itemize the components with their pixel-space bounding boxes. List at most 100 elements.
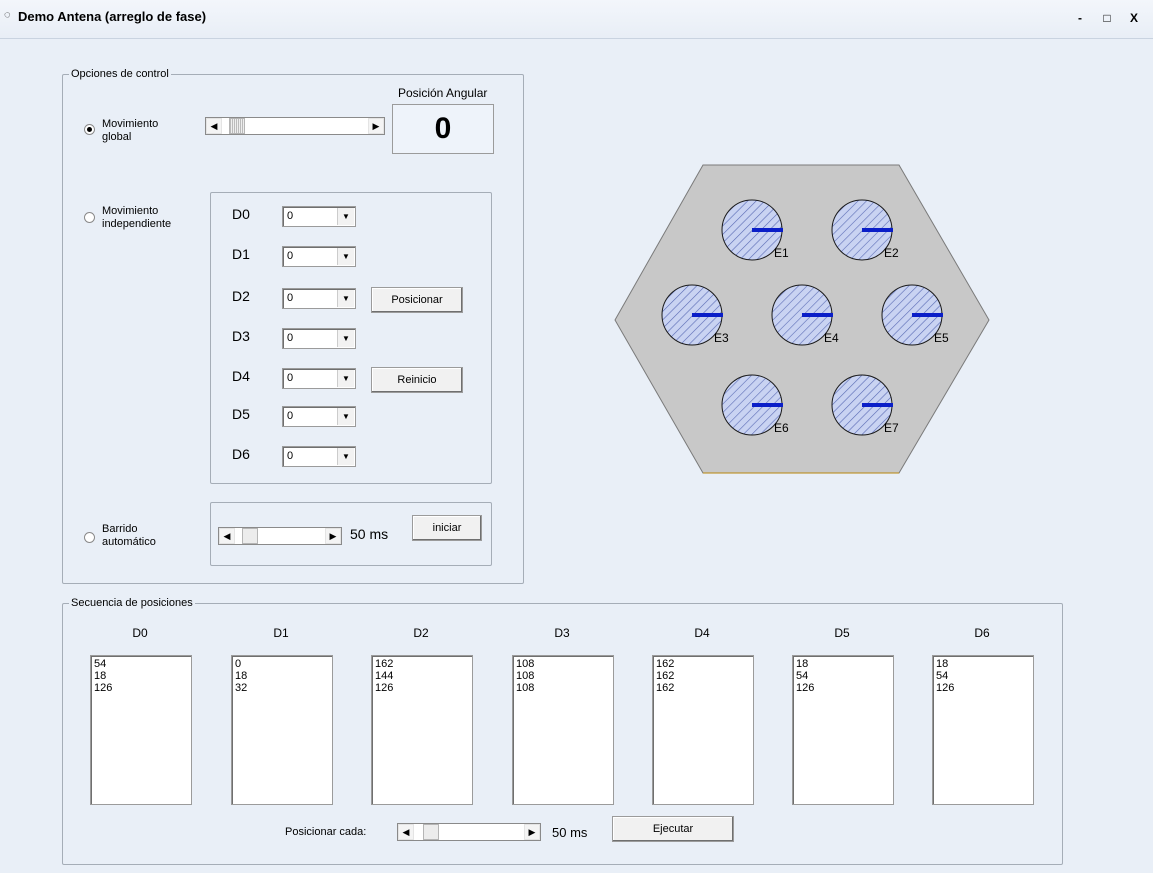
d2-select[interactable]: 0 ▼	[282, 288, 356, 309]
list-item[interactable]: 108	[516, 670, 610, 682]
list-item[interactable]: 126	[936, 682, 1030, 694]
sequence-legend: Secuencia de posiciones	[69, 596, 195, 610]
window-title: Demo Antena (arreglo de fase)	[18, 9, 207, 24]
app-window: ◌ Demo Antena (arreglo de fase) - □ X Op…	[0, 0, 1153, 873]
d6-label: D6	[232, 446, 250, 462]
list-item[interactable]: 54	[94, 658, 188, 670]
d1-select[interactable]: 0 ▼	[282, 246, 356, 267]
chevron-down-icon[interactable]: ▼	[337, 330, 354, 347]
d1-label: D1	[232, 246, 250, 262]
list-item[interactable]: 144	[375, 670, 469, 682]
list-item[interactable]: 18	[94, 670, 188, 682]
scroll-thumb[interactable]	[229, 118, 245, 134]
element-label: E7	[884, 421, 899, 435]
element-label: E1	[774, 246, 789, 260]
antenna-app-icon: ◌	[4, 9, 11, 21]
sweep-speed-scrollbar[interactable]: ◀ ▶	[218, 527, 342, 545]
minimize-button[interactable]: -	[1073, 11, 1087, 25]
automatic-sweep-label: Barrido automático	[102, 523, 156, 548]
chevron-down-icon[interactable]: ▼	[337, 448, 354, 465]
interval-scrollbar[interactable]: ◀ ▶	[397, 823, 541, 841]
list-item[interactable]: 32	[235, 682, 329, 694]
d3-select[interactable]: 0 ▼	[282, 328, 356, 349]
list-item[interactable]: 126	[94, 682, 188, 694]
global-movement-label: Movimiento global	[102, 118, 159, 143]
start-button[interactable]: iniciar	[412, 515, 482, 541]
element-label: E3	[714, 331, 729, 345]
chevron-down-icon[interactable]: ▼	[337, 370, 354, 387]
element-label: E5	[934, 331, 949, 345]
d3-label: D3	[232, 328, 250, 344]
list-item[interactable]: 18	[796, 658, 890, 670]
seq-list-d6[interactable]: 18 54 126	[932, 655, 1034, 805]
d6-select[interactable]: 0 ▼	[282, 446, 356, 467]
seq-header-d1: D1	[273, 626, 289, 640]
global-angle-scrollbar[interactable]: ◀ ▶	[205, 117, 385, 135]
scroll-left-arrow-icon[interactable]: ◀	[219, 528, 235, 544]
d5-label: D5	[232, 406, 250, 422]
d4-select[interactable]: 0 ▼	[282, 368, 356, 389]
seq-header-d2: D2	[413, 626, 429, 640]
seq-header-d3: D3	[554, 626, 570, 640]
independent-movement-radio[interactable]	[84, 212, 95, 223]
d0-select[interactable]: 0 ▼	[282, 206, 356, 227]
seq-list-d1[interactable]: 0 18 32	[231, 655, 333, 805]
automatic-sweep-radio[interactable]	[84, 532, 95, 543]
list-item[interactable]: 162	[656, 670, 750, 682]
list-item[interactable]: 18	[936, 658, 1030, 670]
angular-position-label: Posición Angular	[398, 86, 488, 100]
seq-list-d4[interactable]: 162 162 162	[652, 655, 754, 805]
list-item[interactable]: 162	[375, 658, 469, 670]
d5-select[interactable]: 0 ▼	[282, 406, 356, 427]
independent-movement-label: Movimiento independiente	[102, 205, 172, 230]
scroll-right-arrow-icon[interactable]: ▶	[524, 824, 540, 840]
list-item[interactable]: 162	[656, 682, 750, 694]
scroll-thumb[interactable]	[242, 528, 258, 544]
seq-header-d4: D4	[694, 626, 710, 640]
chevron-down-icon[interactable]: ▼	[337, 290, 354, 307]
scroll-right-arrow-icon[interactable]: ▶	[325, 528, 341, 544]
element-label: E4	[824, 331, 839, 345]
interval-label: Posicionar cada:	[285, 826, 367, 838]
list-item[interactable]: 0	[235, 658, 329, 670]
list-item[interactable]: 108	[516, 658, 610, 670]
seq-list-d3[interactable]: 108 108 108	[512, 655, 614, 805]
list-item[interactable]: 54	[936, 670, 1030, 682]
element-label: E6	[774, 421, 789, 435]
list-item[interactable]: 126	[375, 682, 469, 694]
d4-label: D4	[232, 368, 250, 384]
seq-header-d6: D6	[974, 626, 990, 640]
list-item[interactable]: 162	[656, 658, 750, 670]
close-button[interactable]: X	[1127, 11, 1141, 25]
angular-position-display: 0	[392, 104, 494, 154]
position-button[interactable]: Posicionar	[371, 287, 463, 313]
scroll-thumb[interactable]	[423, 824, 439, 840]
list-item[interactable]: 54	[796, 670, 890, 682]
global-movement-radio[interactable]	[84, 124, 95, 135]
d0-label: D0	[232, 206, 250, 222]
control-options-legend: Opciones de control	[69, 67, 171, 81]
sweep-speed-value: 50 ms	[350, 526, 389, 542]
list-item[interactable]: 108	[516, 682, 610, 694]
seq-header-d5: D5	[834, 626, 850, 640]
seq-list-d2[interactable]: 162 144 126	[371, 655, 473, 805]
title-bar: ◌ Demo Antena (arreglo de fase) - □ X	[0, 0, 1153, 39]
list-item[interactable]: 18	[235, 670, 329, 682]
maximize-button[interactable]: □	[1100, 11, 1114, 25]
scroll-right-arrow-icon[interactable]: ▶	[368, 118, 384, 134]
seq-list-d0[interactable]: 54 18 126	[90, 655, 192, 805]
element-label: E2	[884, 246, 899, 260]
list-item[interactable]: 126	[796, 682, 890, 694]
reset-button[interactable]: Reinicio	[371, 367, 463, 393]
chevron-down-icon[interactable]: ▼	[337, 408, 354, 425]
chevron-down-icon[interactable]: ▼	[337, 208, 354, 225]
scroll-left-arrow-icon[interactable]: ◀	[206, 118, 222, 134]
seq-list-d5[interactable]: 18 54 126	[792, 655, 894, 805]
d2-label: D2	[232, 288, 250, 304]
seq-header-d0: D0	[132, 626, 148, 640]
chevron-down-icon[interactable]: ▼	[337, 248, 354, 265]
antenna-array-diagram: E1 E2 E3 E4 E5 E6 E7	[614, 164, 990, 474]
execute-button[interactable]: Ejecutar	[612, 816, 734, 842]
scroll-left-arrow-icon[interactable]: ◀	[398, 824, 414, 840]
interval-value: 50 ms	[552, 825, 588, 840]
